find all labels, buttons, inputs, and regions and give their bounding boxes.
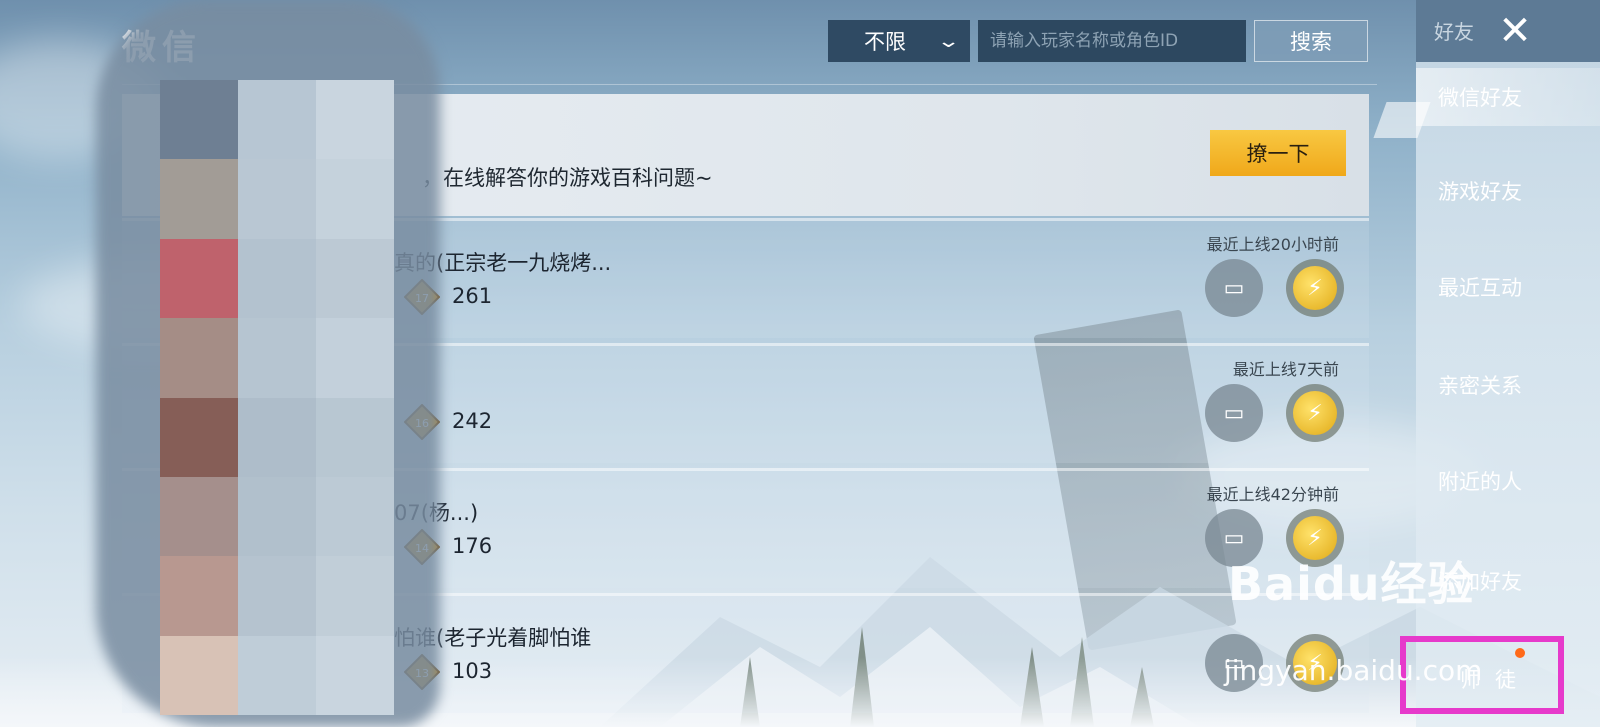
filter-value: 不限: [864, 30, 906, 54]
tease-button[interactable]: 撩一下: [1210, 130, 1346, 176]
sidebar-item-label: 微信好友: [1438, 86, 1522, 110]
chevron-down-icon: ⌄: [936, 30, 961, 52]
last-online: 最近上线7天前: [1232, 360, 1339, 379]
search-button[interactable]: 搜索: [1254, 20, 1368, 62]
rank-score: 103: [452, 659, 493, 683]
sidebar-item-label: 附近的人: [1438, 470, 1522, 494]
sidebar-item-recent-interactions[interactable]: 最近互动: [1416, 258, 1600, 316]
sidebar-item-intimate-relations[interactable]: 亲密关系: [1416, 356, 1600, 414]
lightning-icon: ⚡: [1293, 266, 1337, 310]
sidebar-item-label: 最近互动: [1438, 276, 1522, 300]
watermark-logo: Baidu经验: [1228, 557, 1475, 611]
friends-sidebar: 好友 ✕ 微信好友 游戏好友 最近互动 亲密关系 附近的人 添加好友 师徒: [1373, 0, 1600, 727]
chat-button[interactable]: ▭: [1205, 259, 1263, 317]
sidebar-item-game-friends[interactable]: 游戏好友: [1416, 162, 1600, 220]
send-gift-button[interactable]: ⚡: [1286, 384, 1344, 442]
sidebar-item-nearby-people[interactable]: 附近的人: [1416, 452, 1600, 510]
sidebar-header: 好友 ✕: [1416, 0, 1600, 62]
banner-text: ，在线解答你的游戏百科问题~: [422, 166, 713, 190]
last-online: 最近上线20小时前: [1206, 235, 1339, 254]
filter-dropdown[interactable]: 不限 ⌄: [828, 20, 970, 62]
rank-score: 176: [452, 534, 493, 558]
search-input[interactable]: [978, 20, 1246, 62]
chat-bubble-icon: ▭: [1223, 275, 1245, 301]
baidu-watermark: Baidu经验: [1228, 548, 1475, 614]
sidebar-item-label: 亲密关系: [1438, 374, 1522, 398]
lightning-icon: ⚡: [1293, 391, 1337, 435]
close-icon[interactable]: ✕: [1492, 8, 1538, 54]
sidebar-item-label: 游戏好友: [1438, 180, 1522, 204]
privacy-mosaic: [96, 0, 440, 727]
rank-score: 261: [452, 284, 493, 308]
chat-bubble-icon: ▭: [1223, 525, 1245, 551]
rank-score: 242: [452, 409, 493, 433]
chat-bubble-icon: ▭: [1223, 400, 1245, 426]
watermark-url: jingyan.baidu.com: [1224, 654, 1483, 687]
sidebar-header-label: 好友: [1434, 20, 1474, 44]
chat-button[interactable]: ▭: [1205, 384, 1263, 442]
send-gift-button[interactable]: ⚡: [1286, 259, 1344, 317]
notification-dot: [1515, 648, 1525, 658]
sidebar-item-wechat-friends[interactable]: 微信好友: [1416, 68, 1600, 126]
last-online: 最近上线42分钟前: [1206, 485, 1339, 504]
